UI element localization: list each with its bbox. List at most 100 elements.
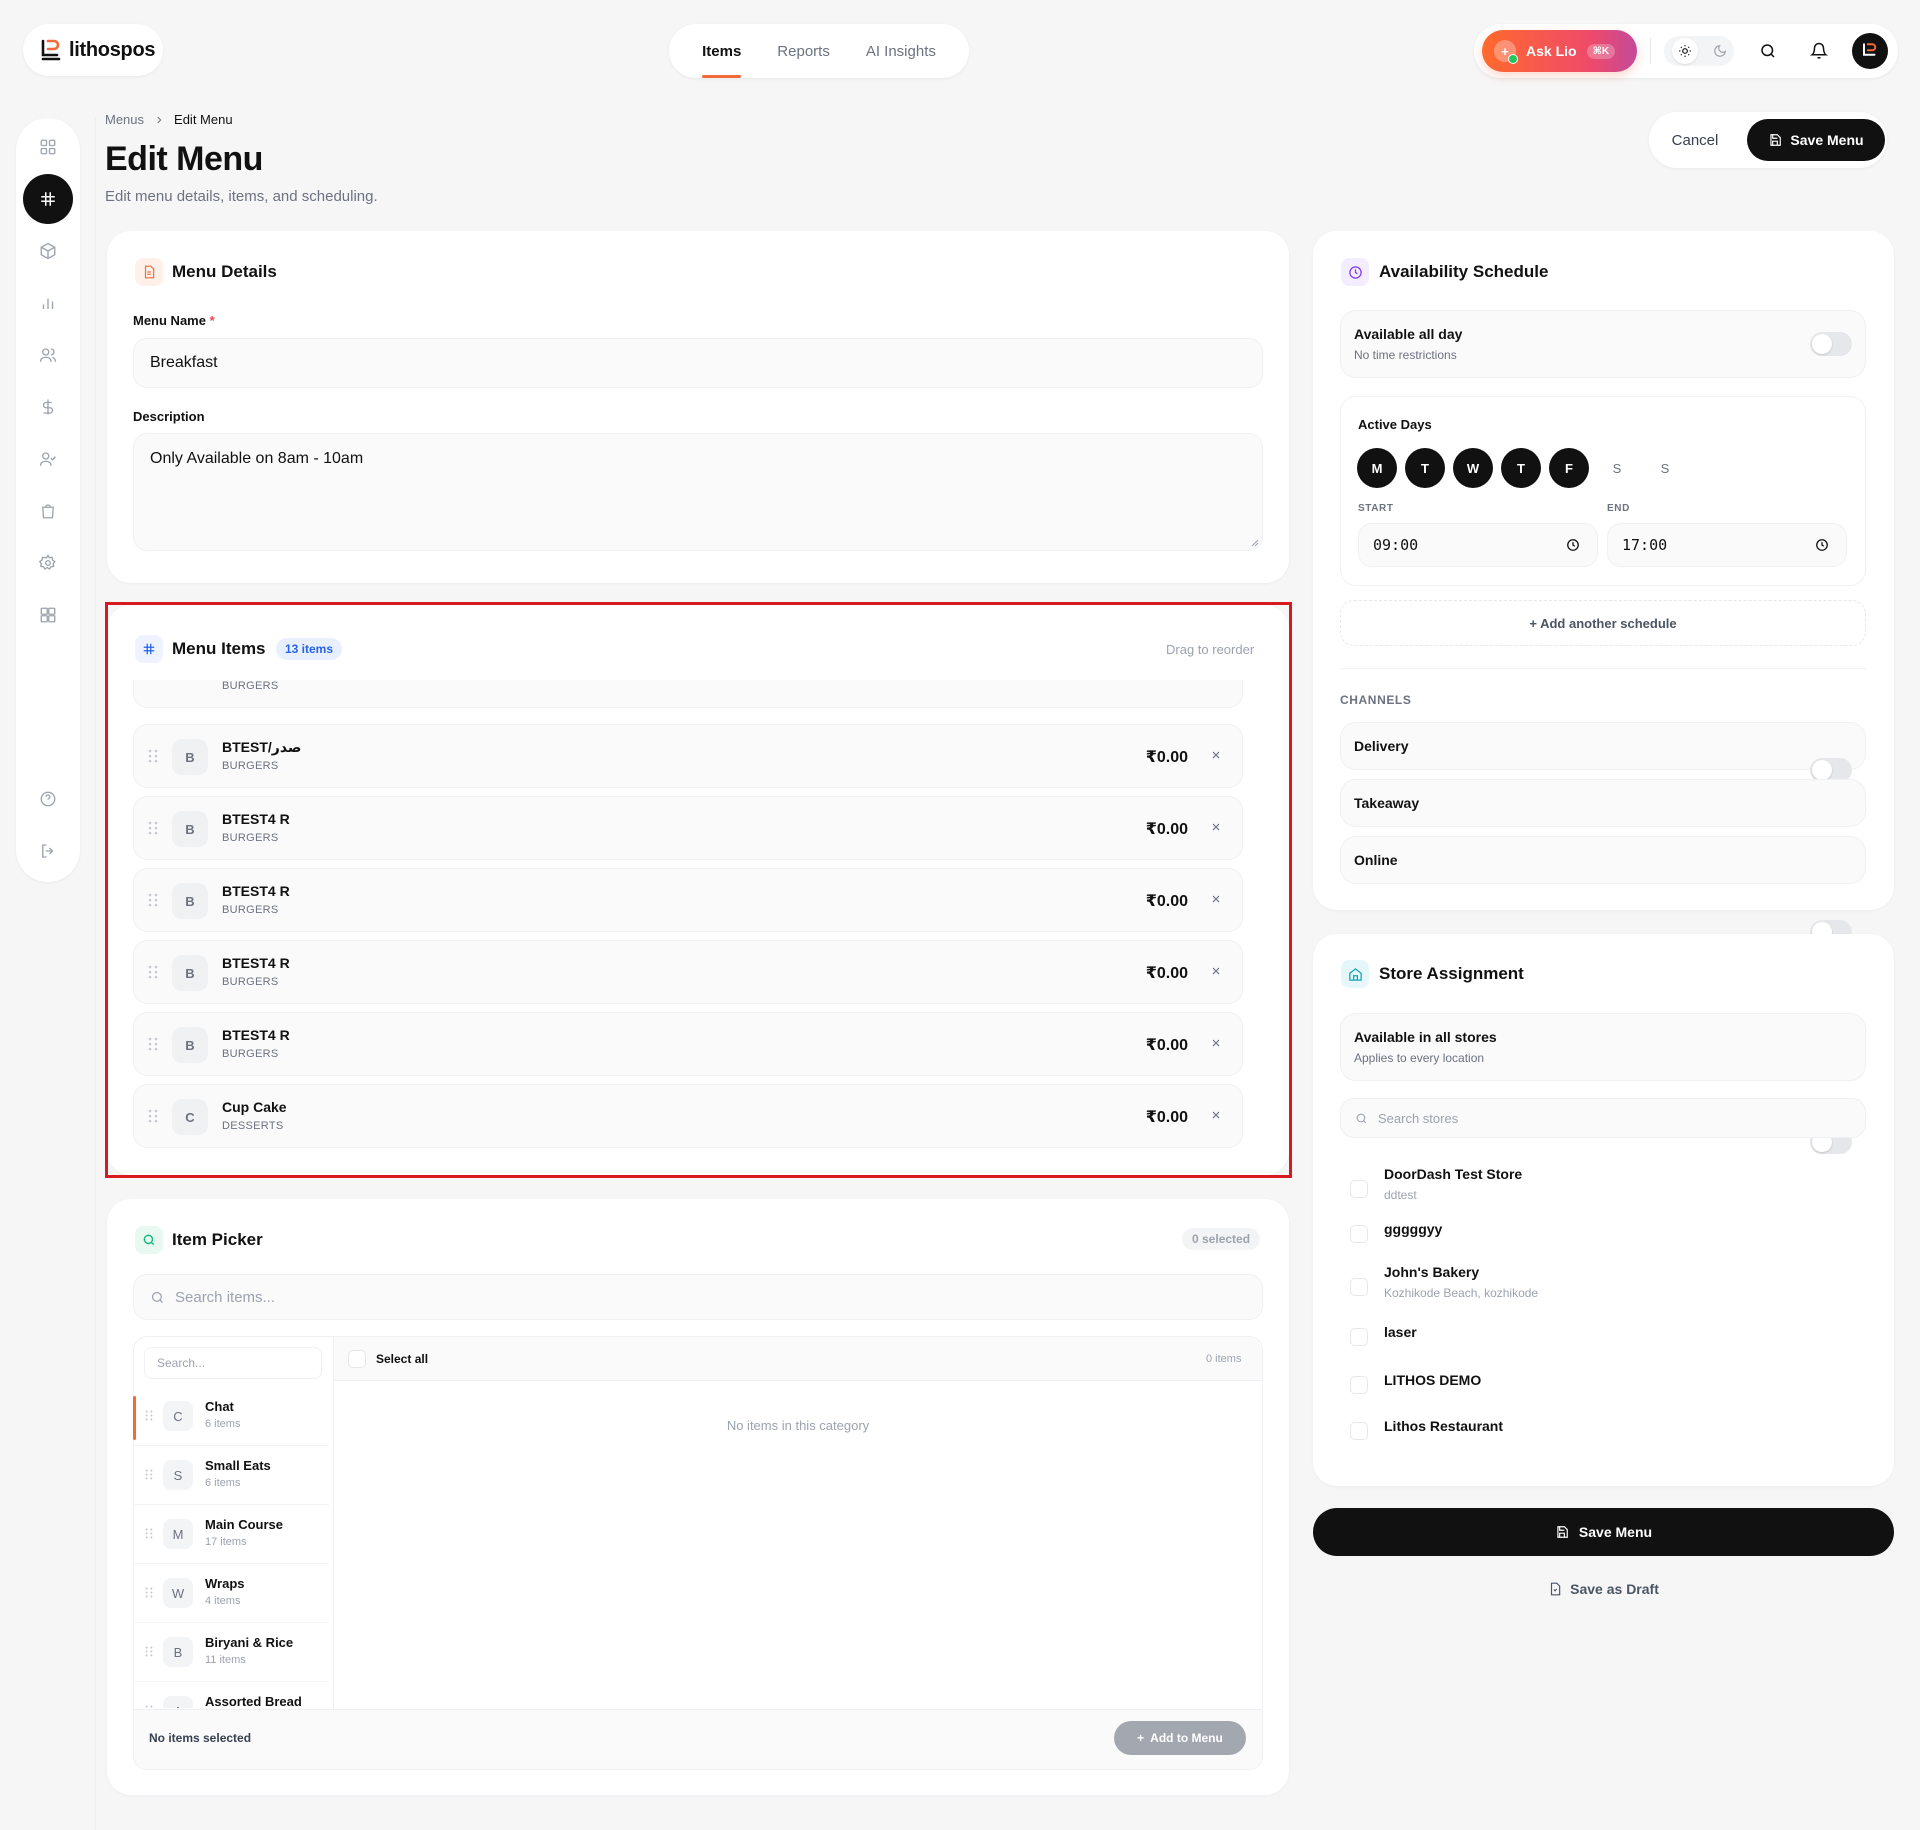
menu-item-row[interactable]: B BTEST4 R BURGERS ₹0.00: [133, 868, 1243, 932]
tab-items[interactable]: Items: [702, 43, 742, 78]
store-checkbox[interactable]: [1350, 1278, 1368, 1296]
sidebar-item-customers[interactable]: [23, 330, 73, 380]
sidebar-item-menus[interactable]: [23, 174, 73, 224]
end-label: END: [1607, 503, 1630, 514]
store-row[interactable]: LITHOS DEMO: [1340, 1372, 1860, 1416]
avatar[interactable]: [1852, 33, 1888, 69]
day-toggle[interactable]: T: [1501, 448, 1541, 488]
drag-handle-icon[interactable]: [148, 749, 158, 763]
start-time-input[interactable]: 09:00: [1358, 523, 1598, 567]
add-to-menu-button[interactable]: + Add to Menu: [1114, 1721, 1246, 1755]
sidebar-item-help[interactable]: [23, 774, 73, 824]
store-list[interactable]: DoorDash Test Store ddtest gggggyy John's B…: [1340, 1150, 1880, 1470]
description-textarea[interactable]: Only Available on 8am - 10am: [133, 433, 1263, 551]
add-schedule-button[interactable]: + Add another schedule: [1340, 600, 1866, 646]
sidebar-item-staff[interactable]: [23, 434, 73, 484]
store-row[interactable]: gggggyy: [1340, 1221, 1860, 1265]
sidebar-item-reports[interactable]: [23, 278, 73, 328]
day-toggle[interactable]: M: [1357, 448, 1397, 488]
save-menu-footer-button[interactable]: Save Menu: [1313, 1508, 1894, 1556]
store-checkbox[interactable]: [1350, 1225, 1368, 1243]
day-toggle[interactable]: S: [1645, 448, 1685, 488]
menu-item-row[interactable]: B BTEST4 R BURGERS ₹0.00: [133, 796, 1243, 860]
sidebar-item-products[interactable]: [23, 226, 73, 276]
menu-item-row[interactable]: B BTEST/صدر BURGERS ₹0.00: [133, 724, 1243, 788]
remove-icon[interactable]: [1210, 749, 1222, 761]
remove-icon[interactable]: [1210, 965, 1222, 977]
store-checkbox[interactable]: [1350, 1180, 1368, 1198]
logo[interactable]: lithospos: [23, 24, 163, 76]
drag-handle-icon[interactable]: [145, 1705, 153, 1708]
menu-item-row[interactable]: BURGERS: [133, 680, 1243, 708]
menu-items-list[interactable]: BURGERS B BTEST/صدر BURGERS ₹0.00 B BTEST4 RB…: [110, 680, 1286, 1150]
moon-icon[interactable]: [1713, 44, 1727, 58]
drag-handle-icon[interactable]: [148, 1109, 158, 1123]
sidebar-item-orders[interactable]: [23, 486, 73, 536]
drag-handle-icon[interactable]: [145, 1469, 153, 1480]
item-initial: B: [172, 1027, 208, 1063]
menu-item-row[interactable]: C Cup Cake DESSERTS ₹0.00: [133, 1084, 1243, 1148]
store-checkbox[interactable]: [1350, 1376, 1368, 1394]
remove-icon[interactable]: [1210, 1037, 1222, 1049]
store-row[interactable]: laser: [1340, 1324, 1860, 1368]
drag-handle-icon[interactable]: [148, 893, 158, 907]
item-search-input[interactable]: Search items...: [133, 1274, 1263, 1320]
tab-ai-insights[interactable]: AI Insights: [866, 43, 936, 60]
all-day-toggle[interactable]: [1810, 332, 1852, 356]
cancel-button[interactable]: Cancel: [1660, 119, 1730, 161]
day-toggle[interactable]: S: [1597, 448, 1637, 488]
remove-icon[interactable]: [1210, 1109, 1222, 1121]
select-all-label[interactable]: Select all: [376, 1352, 428, 1366]
store-row[interactable]: John's Bakery Kozhikode Beach, kozhikode: [1340, 1264, 1860, 1308]
category-item[interactable]: M Main Course 17 items: [133, 1506, 329, 1564]
drag-handle-icon[interactable]: [145, 1528, 153, 1539]
store-checkbox[interactable]: [1350, 1422, 1368, 1440]
end-time-input[interactable]: 17:00: [1607, 523, 1847, 567]
drag-handle-icon[interactable]: [148, 965, 158, 979]
store-search-input[interactable]: Search stores: [1340, 1098, 1866, 1138]
ask-lio-button[interactable]: + Ask Lio ⌘K: [1482, 30, 1637, 72]
menu-item-row[interactable]: B BTEST4 R BURGERS ₹0.00: [133, 1012, 1243, 1076]
drag-handle-icon[interactable]: [148, 1037, 158, 1051]
remove-icon[interactable]: [1210, 821, 1222, 833]
resize-handle-icon[interactable]: [1251, 539, 1259, 547]
store-row[interactable]: DoorDash Test Store ddtest: [1340, 1166, 1860, 1210]
sidebar-item-integrations[interactable]: [23, 590, 73, 640]
sidebar-item-logout[interactable]: [23, 826, 73, 876]
breadcrumb-parent[interactable]: Menus: [105, 112, 144, 127]
category-item[interactable]: B Biryani & Rice 11 items: [133, 1624, 329, 1682]
bell-icon[interactable]: [1802, 34, 1836, 68]
drag-handle-icon[interactable]: [145, 1587, 153, 1598]
category-item[interactable]: A Assorted Bread: [133, 1683, 329, 1708]
category-search-input[interactable]: Search...: [144, 1347, 322, 1379]
menu-item-row[interactable]: B BTEST4 R BURGERS ₹0.00: [133, 940, 1243, 1004]
category-item[interactable]: W Wraps 4 items: [133, 1565, 329, 1623]
day-toggle[interactable]: F: [1549, 448, 1589, 488]
menu-name-input[interactable]: Breakfast: [133, 338, 1263, 388]
save-menu-button[interactable]: Save Menu: [1747, 119, 1885, 161]
store-row[interactable]: Lithos Restaurant: [1340, 1418, 1860, 1462]
category-item[interactable]: S Small Eats 6 items: [133, 1447, 329, 1505]
category-item[interactable]: C Chat 6 items: [133, 1388, 329, 1446]
category-list[interactable]: C Chat 6 items S Small Eats 6 items M Main Cour…: [133, 1388, 333, 1708]
sidebar-item-settings[interactable]: [23, 538, 73, 588]
day-toggle[interactable]: T: [1405, 448, 1445, 488]
item-name: BTEST4 R: [222, 955, 290, 971]
theme-toggle[interactable]: [1664, 36, 1734, 66]
clock-icon[interactable]: [1566, 538, 1580, 552]
select-all-checkbox[interactable]: [348, 1350, 366, 1368]
sidebar-item-payments[interactable]: [23, 382, 73, 432]
sun-icon[interactable]: [1671, 38, 1698, 64]
store-checkbox[interactable]: [1350, 1328, 1368, 1346]
drag-handle-icon[interactable]: [148, 821, 158, 835]
save-draft-button[interactable]: Save as Draft: [1313, 1576, 1894, 1602]
search-icon[interactable]: [1751, 34, 1785, 68]
day-toggle[interactable]: W: [1453, 448, 1493, 488]
drag-handle-icon[interactable]: [145, 1410, 153, 1421]
tab-reports[interactable]: Reports: [777, 43, 830, 60]
breadcrumb: Menus Edit Menu: [105, 112, 233, 127]
drag-handle-icon[interactable]: [145, 1646, 153, 1657]
sidebar-item-dashboard[interactable]: [23, 122, 73, 172]
remove-icon[interactable]: [1210, 893, 1222, 905]
clock-icon[interactable]: [1815, 538, 1829, 552]
